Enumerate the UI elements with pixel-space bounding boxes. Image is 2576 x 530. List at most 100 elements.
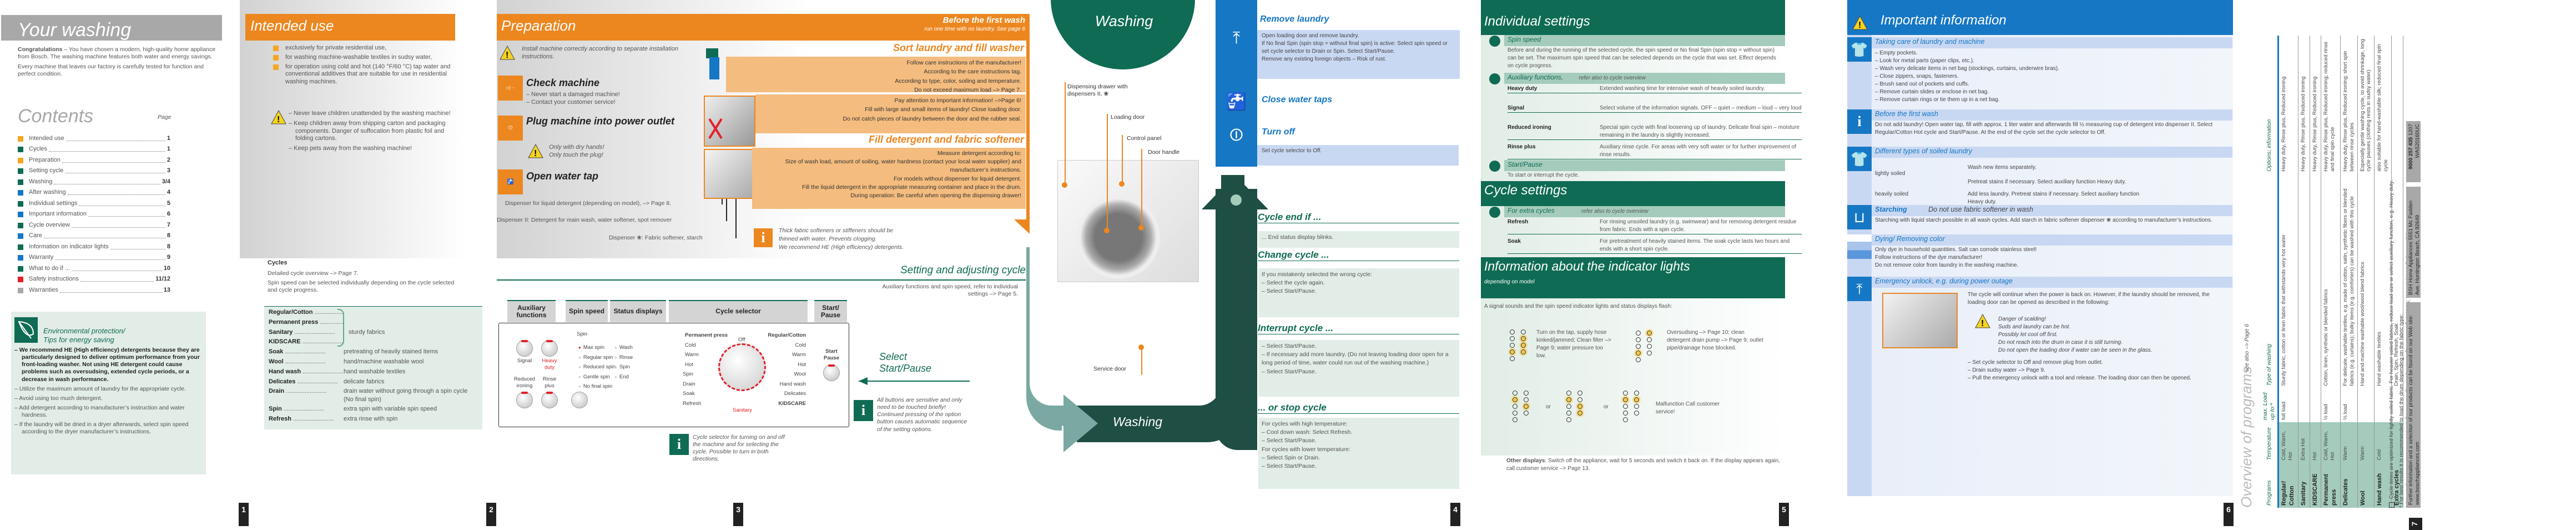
indicator-pattern-3 (1513, 391, 1530, 422)
start-pause-text: To start or interrupt the cycle. (1508, 172, 1579, 178)
stop-cycle-text: For cycles with high temperature: – Cool … (1258, 418, 1459, 489)
dispenser-liquid-label: Dispenser for liquid detergent (dependin… (505, 200, 672, 207)
reduced-ironing-button[interactable] (517, 392, 532, 408)
cycle-selector-dial[interactable] (718, 343, 766, 391)
contents-item[interactable]: Intended use 1 (18, 133, 170, 144)
dispenser-drawer-illustration (704, 149, 755, 199)
cell-options: Heavy duty, Rinse plus, Reduced ironing;… (2340, 36, 2357, 174)
start-pause-label: Start Pause (824, 348, 839, 361)
color-marker (18, 255, 23, 261)
contents-item[interactable]: Warranty 9 (18, 253, 170, 264)
contents-item[interactable]: Cycles 1 (18, 144, 170, 156)
contents-item[interactable]: Information on indicator lights 8 (18, 242, 170, 253)
contents-item[interactable]: Cycle overview 7 (18, 220, 170, 231)
signal-label: Signal (517, 358, 532, 364)
list-item: – Close zippers, snaps, fasteners. (1875, 73, 1959, 79)
label-auxiliary-functions: Auxiliary functions (507, 300, 556, 322)
dial-option-right: Hand wash (779, 381, 806, 387)
cell-type (2298, 173, 2310, 388)
color-marker (18, 233, 23, 239)
rinse-plus-label: Rinse plus (542, 376, 557, 389)
leader-dots (65, 137, 165, 141)
color-marker (18, 179, 23, 185)
label-control-panel: Control panel (1127, 135, 1162, 142)
important-info-title: Important information (1847, 0, 2233, 35)
list-item: Do not reach into the drum in case it is… (1998, 339, 2123, 346)
rinse-plus-button[interactable] (542, 392, 557, 408)
cycle-name: Soak (269, 348, 344, 356)
contents-item[interactable]: Washing 3/4 (18, 177, 170, 188)
status-display: Spin (614, 364, 630, 371)
cycle-row: Woolhand/machine washable wool (269, 358, 478, 366)
warning-icon: ! (1852, 15, 1868, 32)
contents-item[interactable]: Setting cycle 3 (18, 166, 170, 177)
contents-item[interactable]: Care 8 (18, 231, 170, 242)
list-item: – Remove curtain rings or tie them up in… (1875, 97, 2000, 103)
soiled-shirt-icon: 👕 (1847, 147, 1872, 171)
contents-item[interactable]: Important information 6 (18, 209, 170, 221)
spin-speed-button[interactable] (572, 392, 587, 408)
section-title-intended-use: Intended use (245, 14, 455, 41)
contents-label: Information on indicator lights (29, 243, 109, 250)
cycle-name: Spin (269, 405, 344, 413)
cycle-desc (344, 318, 478, 326)
page-number: 6 (2224, 503, 2234, 526)
contents-page: 13 (163, 286, 170, 293)
signal-button[interactable] (517, 340, 532, 356)
dye-text: Only dye in household quantities. Salt c… (1875, 247, 2037, 268)
contents-item[interactable]: Preparation 2 (18, 155, 170, 166)
sturdy-fabrics-label: sturdy fabrics (349, 329, 385, 336)
heavy-duty-button[interactable] (542, 340, 557, 356)
website-note: Further information and a selection of o… (2406, 302, 2421, 508)
intended-use-list: exclusively for private residential use,… (273, 44, 462, 88)
open-tap-heading: Open water tap (526, 171, 599, 182)
text-line: According to the care instructions tag. (924, 68, 1021, 76)
aux-note: Auxiliary functions and spin speed, refe… (882, 283, 1018, 298)
dial-option-right: Wool (794, 371, 806, 377)
contents-item[interactable]: After washing 4 (18, 188, 170, 199)
cell-options: Heavy duty, Rinse plus, Reduced ironing (2298, 36, 2310, 174)
overview-title: Overview of programs (2238, 366, 2255, 508)
sidebar-strip (1847, 35, 1872, 496)
interrupt-cycle-text: – Select Start/Pause. – If necessary add … (1258, 340, 1459, 397)
column-header: Options; information (2261, 36, 2278, 174)
starching-subheading: Starching Do not use fabric softener in … (1872, 205, 2232, 216)
contents-page: 1 (167, 146, 170, 153)
list-item: – Empty pockets. (1875, 50, 1918, 56)
leader-dots (71, 267, 162, 271)
dial-option-right: Warm (792, 352, 806, 358)
cycle-desc: delicate fabrics (344, 378, 385, 385)
contents-item[interactable]: Safety instructions 11/12 (18, 274, 170, 286)
list-item: Suds and laundry can be hot. (1998, 324, 2071, 330)
contents-item[interactable]: Warranties 13 (18, 285, 170, 296)
setting-desc: Special spin cycle with final loosening … (1600, 124, 1800, 138)
warning-icon: ! (1975, 313, 1990, 331)
cell-program: Wool (2357, 462, 2375, 508)
setting-row: Signal Select volume of the information s… (1508, 104, 1802, 113)
starching-text: Starching with liquid starch possible in… (1875, 217, 2212, 223)
setting-desc: Select volume of the information signals… (1600, 105, 1802, 111)
dye-subheading: Dying/ Removing color (1872, 234, 2232, 246)
leader-dots (71, 223, 165, 228)
start-pause-button[interactable] (824, 364, 839, 381)
individual-settings-title: Individual settings (1481, 0, 1785, 35)
color-marker (18, 201, 23, 207)
setting-cycle-heading: Setting and adjusting cycle (900, 264, 1026, 276)
cell-temp: Warm (2357, 422, 2375, 463)
contents-item[interactable]: Individual settings 5 (18, 198, 170, 209)
spin-speed-subheading: Spin speed (1504, 35, 1785, 46)
leader-dots (59, 288, 162, 293)
dispenser-softener-label: Dispenser ❀: Fabric softener, starch (609, 234, 703, 241)
fill-laundry-text: Pay attention to important information! … (755, 94, 1026, 133)
emergency-subheading: Emergency unlock, e.g. during power outa… (1872, 277, 2232, 288)
label-cycle-selector: Cycle selector (669, 300, 808, 322)
tip-item: – We recommend HE (High efficiency) dete… (14, 347, 200, 383)
warning-icon: ! (528, 143, 543, 161)
contents-item[interactable]: What to do if ... 10 (18, 263, 170, 274)
aux-subheading: Auxiliary functions, refer also to cycle… (1504, 73, 1785, 84)
color-marker (18, 244, 23, 250)
contents-title: Contents (18, 106, 94, 127)
text-line: Follow care instructions of the manufact… (906, 59, 1021, 66)
setting-desc: Auxiliary rinse cycle. For areas with ve… (1600, 144, 1797, 158)
cycle-desc: extra rinse with spin (344, 416, 398, 423)
